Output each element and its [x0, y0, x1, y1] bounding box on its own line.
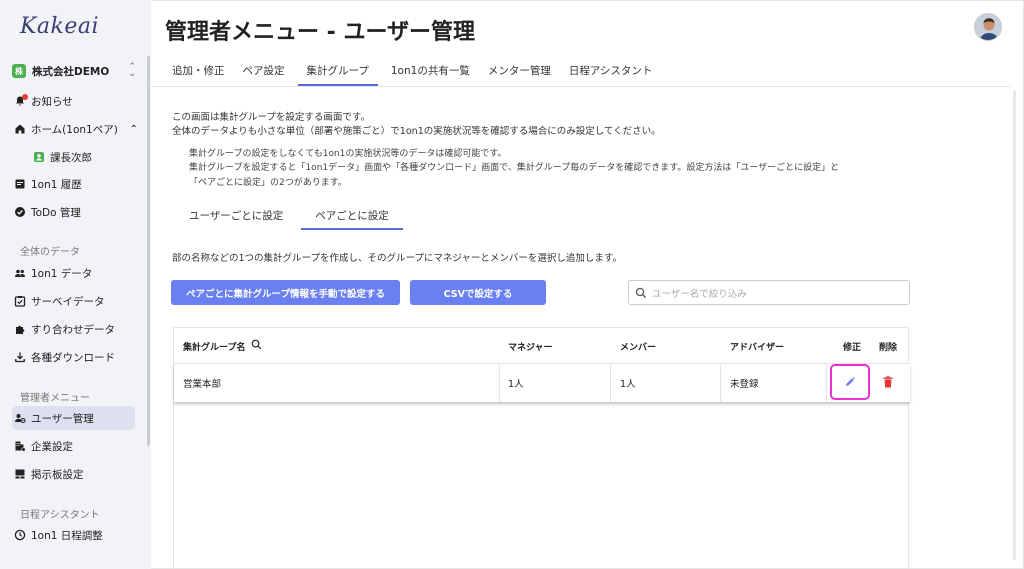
header-manager: マネジャー [508, 343, 553, 353]
header-member: メンバー [620, 343, 657, 353]
board-icon [14, 468, 26, 480]
sidebar-item-label: 1on1 データ [31, 267, 93, 280]
tab-pair-settings[interactable]: ペア設定 [234, 58, 294, 86]
company-name: 株式会社DEMO [32, 65, 110, 78]
tab-mentor-management[interactable]: メンター管理 [479, 58, 560, 86]
chevron-up-icon: ⌃ [129, 123, 138, 135]
section-label-all-data: 全体のデータ [20, 247, 80, 258]
table-header: 集計グループ名 マネジャー メンバー アドバイザー 修正 削除 [174, 328, 910, 364]
app-logo: Kakeai [20, 14, 100, 39]
company-selector[interactable]: 株 株式会社DEMO ⌃ ⌄ [12, 62, 136, 80]
cell-advisor: 未登録 [730, 379, 759, 390]
header-delete: 削除 [879, 343, 898, 353]
csv-setting-button[interactable]: CSVで設定する [410, 280, 546, 305]
note-line-1: 集計グループの設定をしなくても1on1の実施状況等のデータは確認可能です。 [189, 149, 507, 159]
note-line-3: 「ペアごとに設定」の2つがあります。 [189, 178, 347, 188]
user-avatar[interactable] [974, 13, 1002, 41]
tab-aggregation-group[interactable]: 集計グループ [297, 58, 379, 86]
header-edit: 修正 [843, 343, 862, 353]
setting-mode-tabs: ユーザーごとに設定 ペアごとに設定 [175, 200, 403, 230]
page-title: 管理者メニュー - ユーザー管理 [165, 20, 476, 45]
cell-manager: 1人 [508, 379, 524, 390]
company-badge: 株 [12, 64, 26, 78]
home-icon [14, 123, 26, 135]
user-filter-input[interactable]: ユーザー名で絞り込み [628, 280, 910, 305]
edit-button-highlight[interactable] [830, 364, 870, 400]
column-divider [499, 364, 500, 402]
download-icon [14, 351, 26, 363]
search-icon [635, 287, 647, 298]
tab-per-pair[interactable]: ペアごとに設定 [301, 200, 403, 230]
table-row: 営業本部 1人 1人 未登録 [174, 364, 910, 402]
header-group-name: 集計グループ名 [183, 343, 246, 353]
search-placeholder: ユーザー名で絞り込み [652, 288, 747, 300]
sidebar-item-label: 企業設定 [31, 440, 73, 453]
tab-1on1-share-list[interactable]: 1on1の共有一覧 [382, 58, 479, 86]
admin-tabs: 追加・修正 ペア設定 集計グループ 1on1の共有一覧 メンター管理 日程アシス… [163, 58, 661, 86]
sidebar-item-downloads[interactable]: 各種ダウンロード [14, 346, 115, 368]
sidebar-item-label: ユーザー管理 [31, 412, 94, 425]
survey-icon [14, 295, 26, 307]
description-line-2: 全体のデータよりも小さな単位（部署や施策ごと）で1on1の実施状況等を確認する場… [172, 126, 661, 137]
clock-icon [14, 529, 26, 541]
pencil-icon [846, 376, 856, 386]
main-scrollbar[interactable] [1013, 90, 1016, 560]
sidebar-scrollbar[interactable] [147, 56, 150, 446]
sidebar-item-survey-data[interactable]: サーベイデータ [14, 290, 105, 312]
sidebar-item-label: 課長次郎 [50, 151, 92, 164]
puzzle-icon [14, 323, 26, 335]
note-line-2: 集計グループを設定すると「1on1データ」画面や「各種ダウンロード」画面で、集計… [189, 163, 840, 173]
sidebar-item-label: サーベイデータ [31, 295, 105, 308]
column-divider [720, 364, 721, 402]
trash-icon[interactable] [883, 376, 893, 388]
description-line-1: この画面は集計グループを設定する画面です。 [172, 112, 370, 123]
history-icon [14, 178, 26, 190]
instruction-text: 部の名称などの1つの集計グループを作成し、そのグループにマネジャーとメンバーを選… [172, 253, 622, 264]
sidebar-item-notifications[interactable]: お知らせ [14, 90, 73, 112]
sidebar-item-history[interactable]: 1on1 履歴 [14, 173, 82, 195]
section-label-assistant: 日程アシスタント [20, 510, 100, 521]
people-icon [14, 267, 26, 279]
header-advisor: アドバイザー [730, 343, 785, 353]
sidebar-item-todo[interactable]: ToDo 管理 [14, 201, 81, 223]
cell-group-name: 営業本部 [183, 379, 222, 390]
sidebar-item-home[interactable]: ホーム(1on1ペア) ⌃ [14, 118, 138, 140]
aggregation-group-table: 集計グループ名 マネジャー メンバー アドバイザー 修正 削除 営業本部 1人 … [173, 327, 910, 569]
tab-add-edit[interactable]: 追加・修正 [163, 58, 234, 86]
sidebar-item-board-settings[interactable]: 掲示板設定 [14, 463, 84, 485]
sidebar-item-label: 1on1 日程調整 [31, 529, 103, 542]
tab-per-user[interactable]: ユーザーごとに設定 [175, 200, 297, 230]
sidebar-item-schedule[interactable]: 1on1 日程調整 [14, 524, 103, 546]
search-icon[interactable] [251, 339, 262, 350]
column-divider [610, 364, 611, 402]
sidebar-item-label: すり合わせデータ [31, 323, 115, 336]
sidebar-item-label: ホーム(1on1ペア) [31, 123, 118, 136]
chevron-updown-icon: ⌃ ⌄ [128, 62, 136, 79]
bell-icon [14, 94, 28, 107]
section-label-admin: 管理者メニュー [20, 393, 90, 404]
user-settings-icon [14, 412, 26, 424]
notification-dot [22, 94, 28, 100]
sidebar-item-label: お知らせ [31, 95, 73, 108]
tabs-divider [151, 86, 1011, 87]
check-circle-icon [14, 206, 26, 218]
sidebar-item-user-management[interactable]: ユーザー管理 [14, 407, 94, 429]
sidebar-item-label: 掲示板設定 [31, 468, 84, 481]
user-icon [33, 151, 45, 163]
sidebar-item-pair-user[interactable]: 課長次郎 [33, 146, 92, 168]
building-settings-icon [14, 440, 26, 452]
manual-setting-button[interactable]: ペアごとに集計グループ情報を手動で設定する [171, 280, 400, 305]
sidebar-item-label: 各種ダウンロード [31, 351, 115, 364]
sidebar-item-alignment-data[interactable]: すり合わせデータ [14, 318, 115, 340]
tab-schedule-assistant[interactable]: 日程アシスタント [560, 58, 662, 86]
sidebar-item-1on1-data[interactable]: 1on1 データ [14, 262, 92, 284]
sidebar-item-company-settings[interactable]: 企業設定 [14, 435, 73, 457]
cell-member: 1人 [620, 379, 636, 390]
column-divider [826, 364, 827, 402]
sidebar-item-label: 1on1 履歴 [31, 178, 82, 191]
sidebar-item-label: ToDo 管理 [31, 206, 81, 219]
